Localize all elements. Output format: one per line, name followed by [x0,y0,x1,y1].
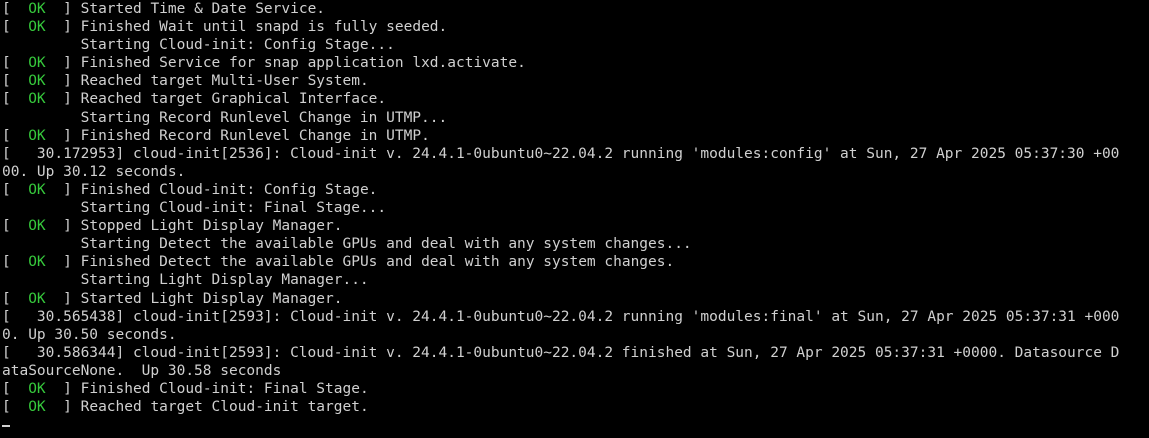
status-ok-badge: OK [28,254,46,271]
console-message: 00. Up 30.12 seconds. [2,163,186,180]
console-line: [ 30.586344] cloud-init[2593]: Cloud-ini… [2,344,1149,362]
console-message: Finished Service for snap application lx… [71,55,526,72]
status-ok-badge: OK [28,380,46,397]
console-line: [ OK ] Started Light Display Manager. [2,290,343,307]
text-cursor [2,425,10,427]
console-line: [ OK ] Stopped Light Display Manager. [2,218,343,235]
console-line: [ OK ] Finished Cloud-init: Config Stage… [2,181,378,198]
console-line: [ OK ] Finished Detect the available GPU… [2,254,675,271]
console-line: [ 30.172953] cloud-init[2536]: Cloud-ini… [2,145,1149,163]
status-ok-badge: OK [28,91,46,108]
console-message: Started Light Display Manager. [71,290,343,307]
console-line: [ OK ] Reached target Cloud-init target. [2,399,369,416]
status-ok-badge: OK [28,19,46,36]
console-message: Finished Detect the available GPUs and d… [71,254,675,271]
console-message: Starting Record Runlevel Change in UTMP.… [2,109,448,126]
console-line: [ OK ] Finished Wait until snapd is full… [2,19,448,36]
console-message: [ 30.172953] cloud-init[2536]: Cloud-ini… [2,145,1120,162]
console-line: Starting Record Runlevel Change in UTMP.… [2,109,1149,127]
console-message: Started Time & Date Service. [71,1,326,17]
console-line: ataSourceNone. Up 30.58 seconds [2,362,1149,380]
status-ok-badge: OK [28,127,46,144]
console-line: [ OK ] Finished Record Runlevel Change i… [2,127,430,144]
console-line: [ OK ] Reached target Multi-User System. [2,73,369,90]
console-message: Finished Wait until snapd is fully seede… [71,19,448,36]
status-ok-badge: OK [28,1,46,17]
console-message: Starting Cloud-init: Config Stage... [2,37,395,54]
console-message: Reached target Graphical Interface. [71,91,387,108]
status-ok-badge: OK [28,55,46,72]
console-line: Starting Light Display Manager... [2,271,1149,289]
terminal-console[interactable]: [ OK ] Started Time & Date Service. [ OK … [0,0,1149,438]
console-output: [ OK ] Started Time & Date Service. [ OK … [0,0,1149,416]
console-message: Stopped Light Display Manager. [71,218,343,235]
status-ok-badge: OK [28,181,46,198]
console-message: Starting Cloud-init: Final Stage... [2,200,387,217]
console-message: Reached target Multi-User System. [71,73,369,90]
console-message: [ 30.586344] cloud-init[2593]: Cloud-ini… [2,344,1120,361]
console-line: [ OK ] Finished Service for snap applica… [2,55,526,72]
console-message: Finished Cloud-init: Config Stage. [71,181,378,198]
console-line: 00. Up 30.12 seconds. [2,163,1149,181]
console-message: ataSourceNone. Up 30.58 seconds [2,362,282,379]
status-ok-badge: OK [28,399,46,416]
status-ok-badge: OK [28,290,46,307]
console-line: [ 30.565438] cloud-init[2593]: Cloud-ini… [2,308,1149,326]
console-message: Starting Light Display Manager... [2,272,369,289]
status-ok-badge: OK [28,73,46,90]
console-line: 0. Up 30.50 seconds. [2,326,1149,344]
console-line: [ OK ] Reached target Graphical Interfac… [2,91,387,108]
console-line: Starting Detect the available GPUs and d… [2,235,1149,253]
console-line: [ OK ] Started Time & Date Service. [2,1,326,17]
console-line: Starting Cloud-init: Config Stage... [2,36,1149,54]
console-message: [ 30.565438] cloud-init[2593]: Cloud-ini… [2,308,1120,325]
console-message: Starting Detect the available GPUs and d… [2,236,692,253]
status-ok-badge: OK [28,218,46,235]
console-message: 0. Up 30.50 seconds. [2,326,177,343]
console-message: Finished Record Runlevel Change in UTMP. [71,127,430,144]
console-line: Starting Cloud-init: Final Stage... [2,199,1149,217]
console-line: [ OK ] Finished Cloud-init: Final Stage. [2,380,369,397]
console-message: Finished Cloud-init: Final Stage. [71,380,369,397]
console-message: Reached target Cloud-init target. [71,399,369,416]
